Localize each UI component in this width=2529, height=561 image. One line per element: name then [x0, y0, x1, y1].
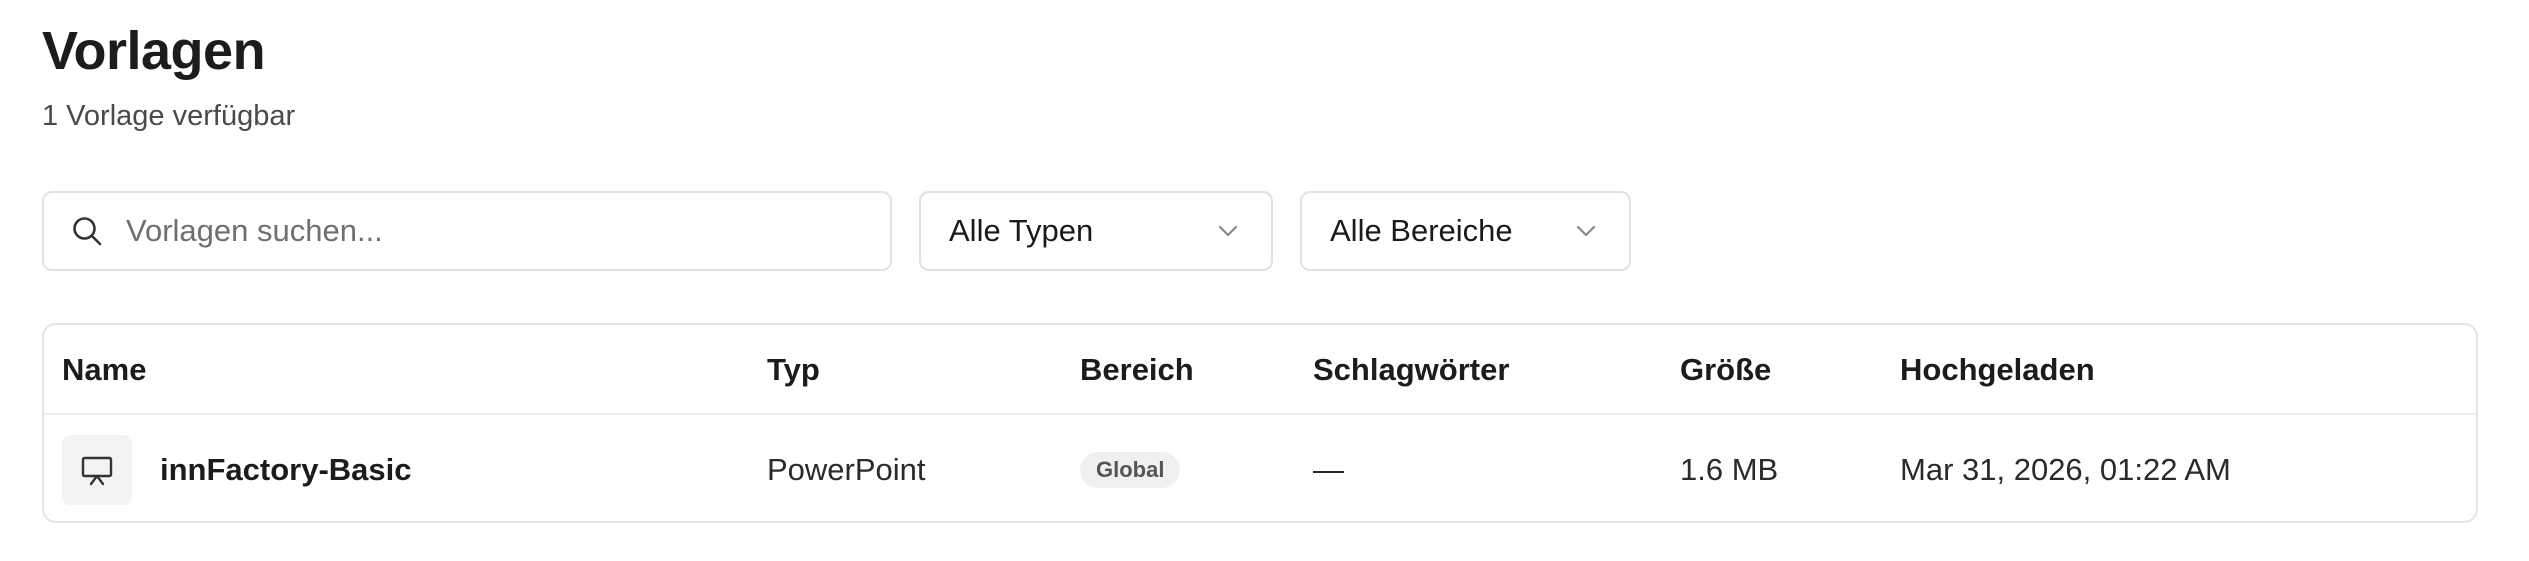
cell-uploaded: Mar 31, 2026, 01:22 AM [1900, 452, 2231, 487]
search-input[interactable] [126, 213, 846, 249]
cell-tags: — [1313, 452, 1344, 487]
table-header: Name Typ Bereich Schlagwörter Größe Hoch… [44, 325, 2476, 415]
chevron-down-icon [1215, 218, 1241, 244]
cell-type: PowerPoint [767, 452, 926, 487]
column-header-name[interactable]: Name [62, 325, 146, 415]
column-header-type[interactable]: Typ [767, 325, 820, 415]
page-subtitle: 1 Vorlage verfügbar [42, 100, 296, 132]
chevron-down-icon [1573, 218, 1599, 244]
column-header-uploaded[interactable]: Hochgeladen [1900, 325, 2095, 415]
templates-table: Name Typ Bereich Schlagwörter Größe Hoch… [42, 323, 2478, 523]
search-box[interactable] [42, 191, 892, 271]
column-header-area[interactable]: Bereich [1080, 325, 1194, 415]
cell-size: 1.6 MB [1680, 452, 1779, 487]
table-row[interactable]: innFactory-Basic PowerPoint Global — 1.6… [44, 415, 2476, 521]
area-badge: Global [1080, 452, 1181, 488]
presentation-icon [62, 435, 132, 505]
type-select-value: Alle Typen [949, 213, 1094, 248]
type-select[interactable]: Alle Typen [919, 191, 1273, 271]
search-icon [70, 214, 104, 248]
filter-bar: Alle Typen Alle Bereiche [42, 191, 1631, 271]
cell-area: Global [1080, 415, 1181, 521]
page-title: Vorlagen [42, 21, 266, 81]
area-select[interactable]: Alle Bereiche [1300, 191, 1631, 271]
column-header-size[interactable]: Größe [1680, 325, 1771, 415]
templates-page: Vorlagen 1 Vorlage verfügbar Alle Typen … [0, 0, 2529, 561]
area-select-value: Alle Bereiche [1330, 213, 1513, 248]
column-header-tags[interactable]: Schlagwörter [1313, 325, 1509, 415]
template-name-link[interactable]: innFactory-Basic [160, 452, 412, 488]
cell-name: innFactory-Basic [62, 415, 412, 521]
